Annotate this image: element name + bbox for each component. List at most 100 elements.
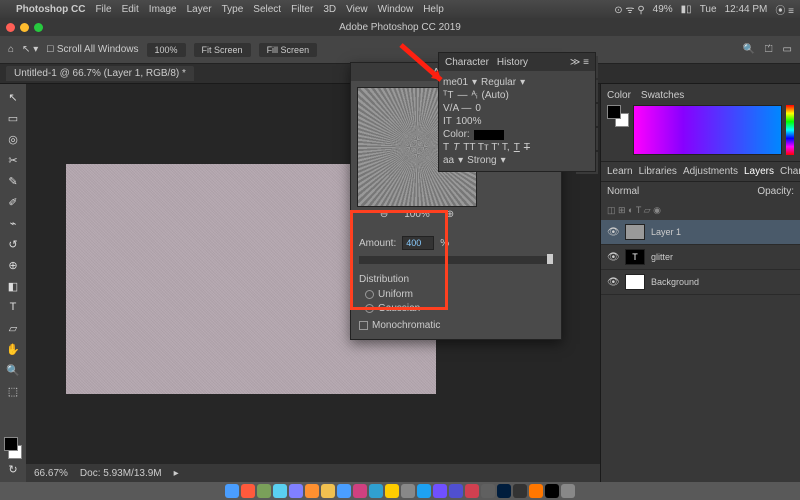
edit-toolbar[interactable]: ⬚: [4, 382, 22, 400]
dock-app-icon[interactable]: [465, 484, 479, 498]
visibility-icon[interactable]: 👁: [607, 227, 619, 238]
amount-input[interactable]: [402, 236, 434, 250]
dock-app-icon[interactable]: [273, 484, 287, 498]
workspace-icon[interactable]: ▭: [783, 44, 792, 55]
tab-channels[interactable]: Channels: [780, 166, 800, 177]
dock-app-icon[interactable]: [481, 484, 495, 498]
layer-name[interactable]: Background: [651, 277, 699, 287]
marquee-tool[interactable]: ▭: [4, 109, 22, 127]
dock-app-icon[interactable]: [321, 484, 335, 498]
fit-screen-button[interactable]: Fit Screen: [194, 43, 251, 57]
menu-file[interactable]: File: [95, 4, 111, 15]
healing-tool[interactable]: ⌁: [4, 214, 22, 232]
share-icon[interactable]: ⏍: [765, 44, 773, 55]
layer-row[interactable]: 👁 Layer 1: [601, 220, 800, 245]
fg-bg-colors[interactable]: [4, 439, 22, 457]
dock-app-icon[interactable]: [385, 484, 399, 498]
search-icon[interactable]: 🔍: [742, 44, 754, 55]
tab-history[interactable]: History: [497, 57, 528, 68]
dock-app-icon[interactable]: [449, 484, 463, 498]
zoom-tool[interactable]: 🔍: [4, 361, 22, 379]
menu-image[interactable]: Image: [149, 4, 177, 15]
brush-tool[interactable]: ✐: [4, 193, 22, 211]
aa-select[interactable]: aa: [443, 155, 454, 166]
layer-filter-icons[interactable]: ◫ ⊞ ◐ T ▱ ◉: [601, 201, 800, 220]
doc-size[interactable]: Doc: 5.93M/13.9M: [80, 468, 162, 479]
quick-mask[interactable]: ↻: [4, 460, 22, 478]
traffic-lights[interactable]: [6, 23, 43, 32]
home-icon[interactable]: ⌂: [8, 44, 14, 55]
uniform-radio[interactable]: [365, 290, 374, 299]
visibility-icon[interactable]: 👁: [607, 277, 619, 288]
menu-layer[interactable]: Layer: [187, 4, 212, 15]
wifi-icon[interactable]: ⊙ ᯤ ⚲: [614, 2, 644, 16]
eyedropper-tool[interactable]: ✎: [4, 172, 22, 190]
text-color[interactable]: [474, 130, 504, 140]
move-tool[interactable]: ↖: [4, 88, 22, 106]
aa-mode[interactable]: Strong: [467, 155, 496, 166]
color-fg-bg[interactable]: [607, 105, 629, 127]
menu-type[interactable]: Type: [222, 4, 244, 15]
dock-app-icon[interactable]: [417, 484, 431, 498]
dock-app-icon[interactable]: [433, 484, 447, 498]
zoom-in-icon[interactable]: ⊕: [446, 209, 454, 220]
dock-app-icon[interactable]: [289, 484, 303, 498]
tool-preset-icon[interactable]: ↖ ▾: [22, 44, 38, 55]
leading[interactable]: —: [457, 90, 467, 101]
dock-app-icon[interactable]: [337, 484, 351, 498]
dock-app-icon[interactable]: [529, 484, 543, 498]
layer-row[interactable]: 👁 T glitter: [601, 245, 800, 270]
dock-app-icon[interactable]: [225, 484, 239, 498]
color-picker[interactable]: [633, 105, 782, 155]
font-style[interactable]: Regular: [481, 77, 516, 88]
lasso-tool[interactable]: ◎: [4, 130, 22, 148]
amount-slider[interactable]: [359, 256, 553, 264]
zoom-100-button[interactable]: 100%: [147, 43, 186, 57]
zoom-status[interactable]: 66.67%: [34, 468, 68, 479]
dock-app-icon[interactable]: [241, 484, 255, 498]
auto-leading[interactable]: (Auto): [482, 90, 509, 101]
menu-window[interactable]: Window: [378, 4, 414, 15]
menu-edit[interactable]: Edit: [122, 4, 139, 15]
dock-app-icon[interactable]: [497, 484, 511, 498]
tab-layers[interactable]: Layers: [744, 166, 774, 177]
document-tab[interactable]: Untitled-1 @ 66.7% (Layer 1, RGB/8) *: [6, 66, 194, 81]
hand-tool[interactable]: ✋: [4, 340, 22, 358]
tab-swatches[interactable]: Swatches: [641, 90, 684, 101]
v-scale[interactable]: 100%: [456, 116, 482, 127]
dock-app-icon[interactable]: [353, 484, 367, 498]
dock-app-icon[interactable]: [513, 484, 527, 498]
spotlight-icon[interactable]: ⦿ ≡: [775, 2, 794, 17]
font-select[interactable]: me01: [443, 77, 468, 88]
gaussian-radio[interactable]: [365, 304, 374, 313]
menu-select[interactable]: Select: [253, 4, 281, 15]
blend-mode[interactable]: Normal: [607, 186, 639, 197]
tab-color[interactable]: Color: [607, 90, 631, 101]
menu-help[interactable]: Help: [423, 4, 444, 15]
eraser-tool[interactable]: ⊕: [4, 256, 22, 274]
hue-slider[interactable]: [786, 105, 794, 155]
dock-app-icon[interactable]: [561, 484, 575, 498]
layer-name[interactable]: Layer 1: [651, 227, 681, 237]
tab-character[interactable]: Character: [445, 57, 489, 68]
crop-tool[interactable]: ✂: [4, 151, 22, 169]
tab-learn[interactable]: Learn: [607, 166, 633, 177]
gradient-tool[interactable]: ◧: [4, 277, 22, 295]
type-tool[interactable]: T: [4, 298, 22, 316]
scroll-all-checkbox[interactable]: ☐ Scroll All Windows: [46, 44, 138, 55]
panel-menu-icon[interactable]: ≫ ≡: [570, 57, 589, 68]
menu-3d[interactable]: 3D: [323, 4, 336, 15]
dock-app-icon[interactable]: [257, 484, 271, 498]
chevron-right-icon[interactable]: ▸: [174, 468, 179, 479]
layer-row[interactable]: 👁 Background: [601, 270, 800, 295]
tab-libraries[interactable]: Libraries: [639, 166, 677, 177]
menu-filter[interactable]: Filter: [291, 4, 313, 15]
monochromatic-checkbox[interactable]: [359, 321, 368, 330]
dock-app-icon[interactable]: [401, 484, 415, 498]
dock-app-icon[interactable]: [545, 484, 559, 498]
tracking[interactable]: 0: [475, 103, 481, 114]
dock-app-icon[interactable]: [369, 484, 383, 498]
app-name[interactable]: Photoshop CC: [16, 4, 85, 15]
menu-view[interactable]: View: [346, 4, 368, 15]
clone-tool[interactable]: ↺: [4, 235, 22, 253]
